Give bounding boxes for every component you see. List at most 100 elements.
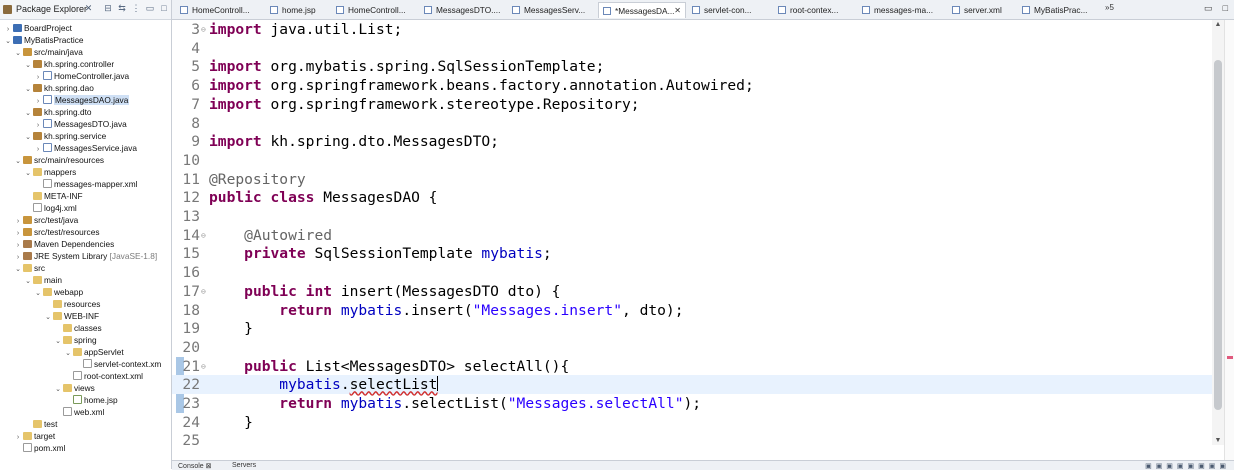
- link-with-editor-icon[interactable]: ⇆: [117, 3, 127, 14]
- editor-tab[interactable]: MyBatisPrac...: [1018, 2, 1104, 18]
- tree-item[interactable]: › MessagesDTO.java: [34, 118, 127, 130]
- expanded-chevron-icon[interactable]: ⌄: [24, 84, 32, 96]
- view-title[interactable]: Package Explorer: [16, 4, 87, 14]
- tree-item[interactable]: › MessagesService.java: [34, 142, 137, 154]
- maximize-icon[interactable]: □: [1223, 3, 1228, 14]
- tree-item[interactable]: test: [24, 418, 57, 430]
- code-line[interactable]: 25: [172, 431, 1212, 450]
- tree-item[interactable]: › JRE System Library [JavaSE-1.8]: [14, 250, 157, 262]
- expanded-chevron-icon[interactable]: ⌄: [54, 384, 62, 396]
- editor-tab[interactable]: servlet-con...: [688, 2, 772, 18]
- expanded-chevron-icon[interactable]: ⌄: [4, 36, 12, 48]
- code-line[interactable]: 11 @Repository: [172, 170, 1212, 189]
- tree-item[interactable]: › src/test/resources: [14, 226, 100, 238]
- tree-item[interactable]: ⌄ webapp: [34, 286, 83, 298]
- java-code-editor[interactable]: 3 ⊖ import java.util.List; 4 5 import org.myb…: [172, 20, 1212, 460]
- expanded-chevron-icon[interactable]: ⌄: [14, 264, 22, 276]
- expanded-chevron-icon[interactable]: ⌄: [14, 48, 22, 60]
- editor-tab[interactable]: MessagesDTO....: [420, 2, 506, 18]
- tree-item[interactable]: › HomeController.java: [34, 70, 129, 82]
- tree-item[interactable]: ⌄ WEB-INF: [44, 310, 99, 322]
- code-line[interactable]: 20: [172, 338, 1212, 357]
- editor-tab[interactable]: *MessagesDA... ✕: [598, 2, 686, 18]
- tree-item[interactable]: META-INF: [24, 190, 83, 202]
- tree-item[interactable]: ⌄ src/main/java: [14, 46, 83, 58]
- code-line[interactable]: 22 mybatis.selectList: [172, 375, 1212, 395]
- tree-item[interactable]: › MessagesDAO.java: [34, 94, 130, 106]
- vertical-scrollbar[interactable]: ▲ ▼: [1212, 20, 1224, 445]
- code-line[interactable]: 24 }: [172, 413, 1212, 432]
- tree-item[interactable]: ⌄ kh.spring.dto: [24, 106, 91, 120]
- tree-item[interactable]: ⌄ src: [14, 262, 45, 274]
- fold-toggle-icon[interactable]: ⊖: [201, 226, 206, 245]
- scroll-down-icon[interactable]: ▼: [1214, 437, 1222, 444]
- tree-item[interactable]: ⌄ kh.spring.dao: [24, 82, 94, 94]
- close-tab-icon[interactable]: ✕: [674, 3, 681, 18]
- expanded-chevron-icon[interactable]: ⌄: [34, 288, 42, 300]
- editor-tab[interactable]: server.xml: [948, 2, 1016, 18]
- expanded-chevron-icon[interactable]: ⌄: [14, 156, 22, 168]
- code-line[interactable]: 15 private SqlSessionTemplate mybatis;: [172, 244, 1212, 263]
- tree-item[interactable]: ⌄ kh.spring.service: [24, 130, 106, 142]
- code-line[interactable]: 17 ⊖ public int insert(MessagesDTO dto) {: [172, 282, 1212, 301]
- code-line[interactable]: 10: [172, 151, 1212, 170]
- code-line[interactable]: 18 return mybatis.insert("Messages.inser…: [172, 301, 1212, 320]
- tree-item[interactable]: home.jsp: [64, 394, 118, 406]
- tree-item[interactable]: pom.xml: [14, 442, 65, 454]
- minimize-icon[interactable]: ▭: [1204, 3, 1213, 14]
- tree-item[interactable]: ⌄ main: [24, 274, 62, 286]
- tab-servers[interactable]: Servers: [232, 462, 256, 469]
- tree-item[interactable]: › src/test/java: [14, 214, 78, 226]
- tree-item[interactable]: ⌄ spring: [54, 334, 97, 346]
- tree-item[interactable]: root-context.xml: [64, 370, 143, 382]
- tree-item[interactable]: › Maven Dependencies: [14, 238, 114, 250]
- expanded-chevron-icon[interactable]: ⌄: [24, 168, 32, 180]
- code-line[interactable]: 9 import kh.spring.dto.MessagesDTO;: [172, 132, 1212, 151]
- expanded-chevron-icon[interactable]: ⌄: [44, 312, 52, 324]
- editor-tab[interactable]: messages-ma...: [858, 2, 946, 18]
- fold-toggle-icon[interactable]: ⊖: [201, 357, 206, 376]
- tree-item[interactable]: ⌄ MyBatisPractice: [4, 34, 83, 46]
- code-line[interactable]: 6 import org.springframework.beans.factor…: [172, 76, 1212, 95]
- scrollbar-thumb[interactable]: [1214, 60, 1222, 410]
- tree-item[interactable]: classes: [54, 322, 102, 334]
- expanded-chevron-icon[interactable]: ⌄: [24, 60, 32, 72]
- tree-item[interactable]: servlet-context.xm: [74, 358, 161, 370]
- tree-item[interactable]: › BoardProject: [4, 22, 72, 34]
- expanded-chevron-icon[interactable]: ⌄: [24, 108, 32, 120]
- expanded-chevron-icon[interactable]: ⌄: [24, 132, 32, 144]
- tree-item[interactable]: ⌄ src/main/resources: [14, 154, 104, 166]
- code-line[interactable]: 16: [172, 263, 1212, 282]
- code-line[interactable]: 19 }: [172, 319, 1212, 338]
- tree-item[interactable]: ⌄ appServlet: [64, 346, 124, 358]
- expanded-chevron-icon[interactable]: ⌄: [24, 276, 32, 288]
- code-line[interactable]: 8: [172, 114, 1212, 133]
- fold-toggle-icon[interactable]: ⊖: [201, 20, 206, 39]
- editor-tab[interactable]: HomeControll...: [176, 2, 264, 18]
- error-marker[interactable]: [1227, 356, 1233, 359]
- view-menu-icon[interactable]: ⋮: [131, 3, 141, 14]
- code-line[interactable]: 23 return mybatis.selectList("Messages.s…: [172, 394, 1212, 413]
- tree-item[interactable]: ⌄ mappers: [24, 166, 76, 178]
- code-line[interactable]: 4: [172, 39, 1212, 58]
- editor-tab[interactable]: root-contex...: [774, 2, 856, 18]
- tab-overflow-button[interactable]: »5: [1105, 3, 1114, 12]
- tree-item[interactable]: › target: [14, 430, 55, 442]
- code-line[interactable]: 7 import org.springframework.stereotype.R…: [172, 95, 1212, 114]
- tree-item[interactable]: log4j.xml: [24, 202, 77, 214]
- code-line[interactable]: 14 ⊖ @Autowired: [172, 226, 1212, 245]
- code-line[interactable]: 5 import org.mybatis.spring.SqlSessionTem…: [172, 57, 1212, 76]
- minimize-icon[interactable]: ▭: [145, 3, 155, 14]
- tree-item[interactable]: ⌄ kh.spring.controller: [24, 58, 114, 70]
- fold-toggle-icon[interactable]: ⊖: [201, 282, 206, 301]
- scroll-up-icon[interactable]: ▲: [1214, 21, 1222, 28]
- code-line[interactable]: 12 public class MessagesDAO {: [172, 188, 1212, 207]
- code-line[interactable]: 3 ⊖ import java.util.List;: [172, 20, 1212, 39]
- project-tree[interactable]: › BoardProject ⌄ MyBatisPractice ⌄ src/main/j…: [0, 22, 171, 469]
- expanded-chevron-icon[interactable]: ⌄: [54, 336, 62, 348]
- editor-tab[interactable]: MessagesServ...: [508, 2, 596, 18]
- tree-item[interactable]: resources: [44, 298, 100, 310]
- editor-tab[interactable]: home.jsp: [266, 2, 330, 18]
- editor-tab[interactable]: HomeControll...: [332, 2, 418, 18]
- overview-ruler[interactable]: [1224, 20, 1234, 460]
